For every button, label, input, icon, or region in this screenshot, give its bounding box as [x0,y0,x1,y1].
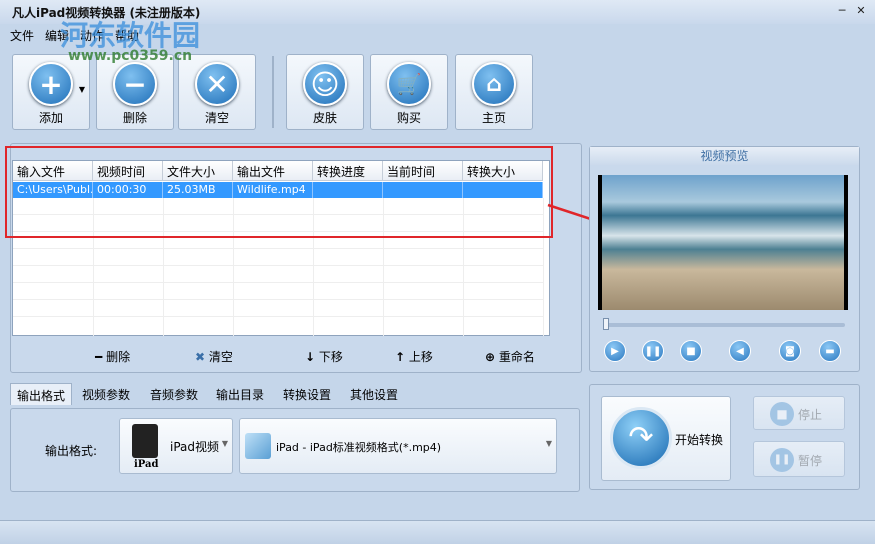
camera-icon[interactable]: ◙ [779,340,801,362]
skin-button[interactable]: ☺ 皮肤 [286,54,364,130]
start-convert-button[interactable]: ↷ 开始转换 [601,396,731,481]
minus-icon: − [113,62,157,106]
seek-slider[interactable] [603,323,845,327]
refresh-arrow-icon: ↷ [610,407,672,469]
chevron-down-icon: ▼ [545,439,552,448]
rename-button[interactable]: ⊕ 重命名 [485,348,535,365]
stop-button[interactable]: ■ 停止 [753,396,845,430]
tab-output-dir[interactable]: 输出目录 [210,383,270,405]
tab-convert-settings[interactable]: 转换设置 [277,383,337,405]
delete-button[interactable]: − 删除 [96,54,174,130]
tab-other-settings[interactable]: 其他设置 [344,383,404,405]
ipad-icon [132,424,158,458]
pause-icon[interactable]: ❚❚ [642,340,664,362]
x-icon: ✕ [195,62,239,106]
seek-handle[interactable] [603,318,609,330]
toolbar-separator [272,56,274,128]
minimize-button[interactable]: ─ [834,4,850,18]
tab-output-format[interactable]: 输出格式 [10,383,73,405]
home-icon: ⌂ [472,62,516,106]
move-down-button[interactable]: ↓ 下移 [305,348,343,365]
plus-icon: + [29,62,73,106]
dropdown-arrow-icon[interactable]: ▼ [79,85,85,94]
pause-icon: ❚❚ [770,448,794,472]
pause-button[interactable]: ❚❚ 暂停 [753,441,845,477]
stop-icon: ■ [770,402,794,426]
list-clear-button[interactable]: ✖ 清空 [195,348,233,365]
close-button[interactable]: ✕ [853,4,869,18]
preview-title: 视频预览 [590,147,859,165]
highlight-box [5,146,553,238]
tab-video-params[interactable]: 视频参数 [76,383,136,405]
move-up-button[interactable]: ↑ 上移 [395,348,433,365]
stop-icon[interactable]: ■ [680,340,702,362]
chevron-down-icon: ▼ [221,439,228,448]
menu-file[interactable]: 文件 [10,27,34,44]
list-delete-button[interactable]: ━ 删除 [95,348,130,365]
play-icon[interactable]: ▶ [604,340,626,362]
volume-icon[interactable]: ◀ [729,340,751,362]
status-bar [0,520,875,544]
add-button[interactable]: + 添加 ▼ [12,54,90,130]
clear-button[interactable]: ✕ 清空 [178,54,256,130]
profile-select[interactable]: iPad - iPad标准视频格式(*.mp4) ▼ [239,418,557,474]
smiley-icon: ☺ [303,62,347,106]
watermark-url: www.pc0359.cn [68,48,193,64]
output-format-label: 输出格式: [45,444,98,458]
cart-icon: 🛒 [387,62,431,106]
box-icon [245,433,271,459]
tab-audio-params[interactable]: 音频参数 [144,383,204,405]
home-button[interactable]: ⌂ 主页 [455,54,533,130]
device-select[interactable]: iPad iPad视频 ▼ [119,418,233,474]
folder-icon[interactable]: ▬ [819,340,841,362]
video-frame [598,175,848,310]
buy-button[interactable]: 🛒 购买 [370,54,448,130]
